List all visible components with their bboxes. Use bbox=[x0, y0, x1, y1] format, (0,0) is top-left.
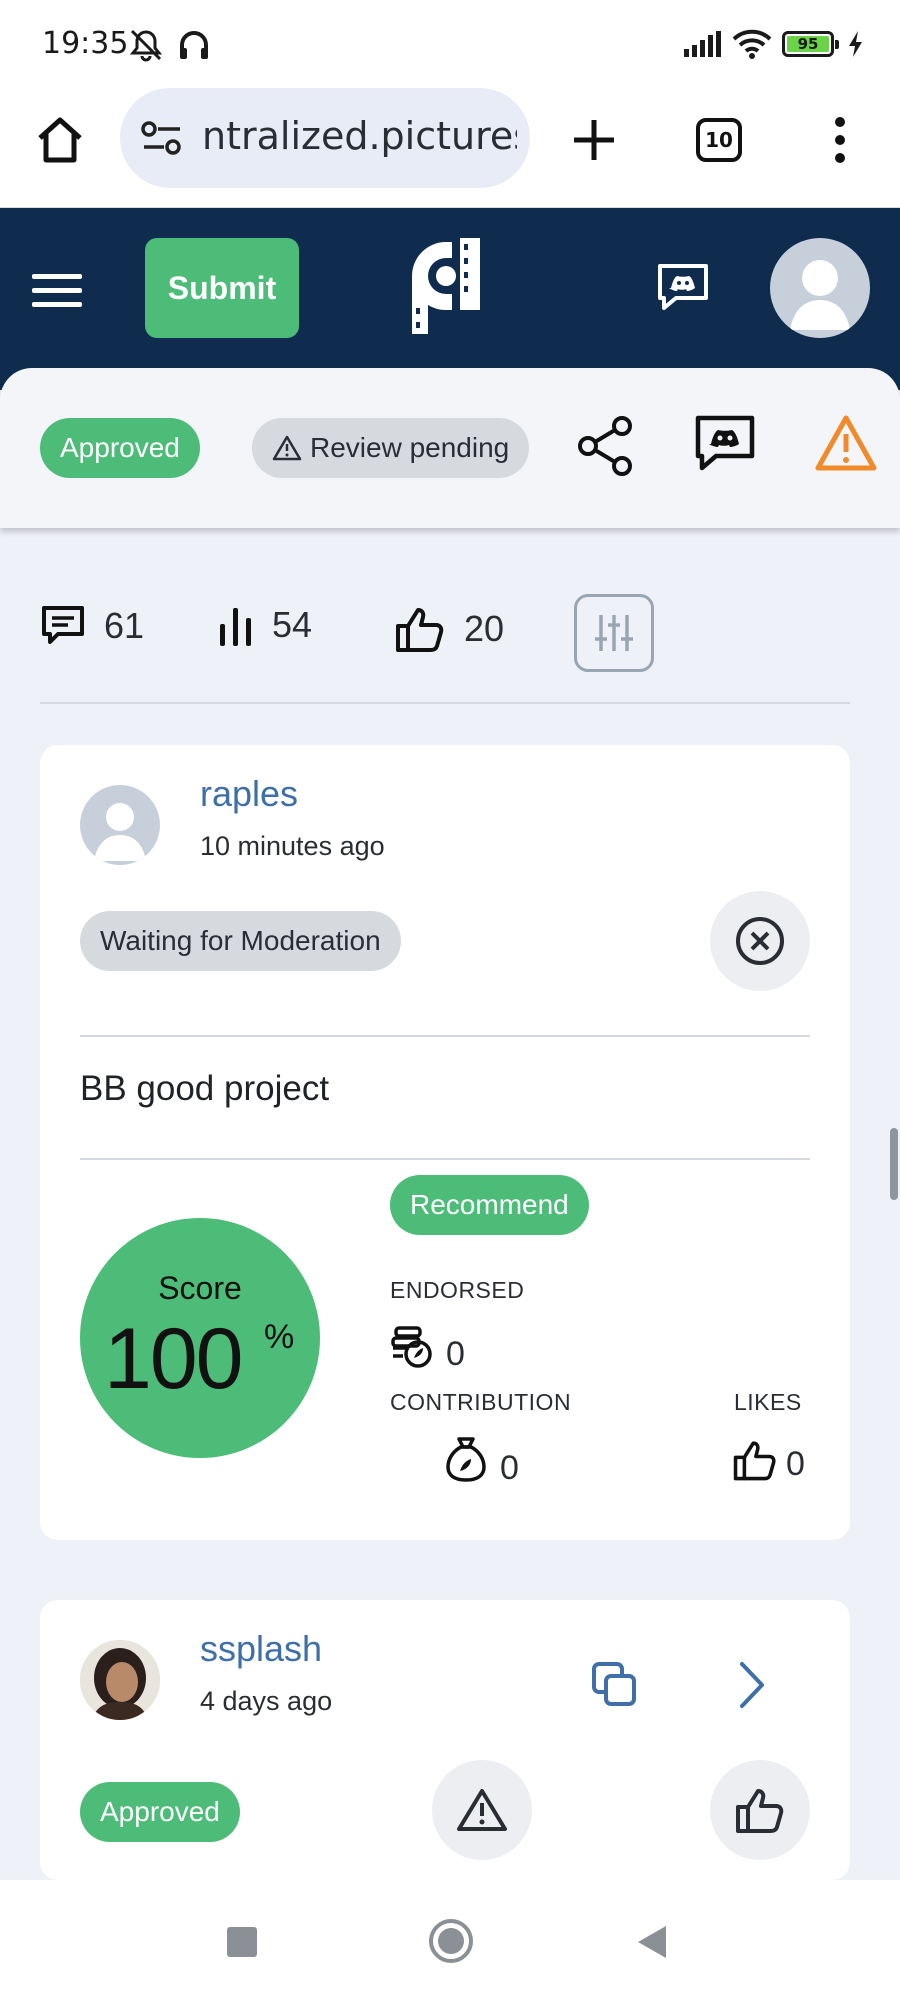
views-count: 54 bbox=[272, 604, 313, 645]
battery-level: 95 bbox=[787, 35, 829, 53]
review-pending-label: Review pending bbox=[310, 432, 510, 463]
submit-button[interactable]: Submit bbox=[145, 238, 299, 338]
review-card: raples 10 minutes ago Waiting for Modera… bbox=[40, 745, 850, 1540]
bar-chart-icon bbox=[220, 608, 251, 646]
approved-badge: Approved bbox=[80, 1782, 240, 1842]
site-settings-icon[interactable] bbox=[140, 120, 184, 156]
comments-stat: 61 bbox=[40, 604, 144, 648]
reviewer-avatar[interactable] bbox=[80, 1640, 160, 1720]
likes-label: LIKES bbox=[734, 1389, 802, 1415]
close-circle-icon bbox=[736, 917, 784, 965]
site-header: Submit bbox=[0, 208, 900, 390]
reviewer-name[interactable]: ssplash bbox=[200, 1628, 322, 1670]
reviewer-name[interactable]: raples bbox=[200, 773, 298, 815]
hamburger-menu-icon[interactable] bbox=[32, 274, 82, 308]
mute-icon bbox=[129, 29, 163, 62]
delete-review-button[interactable] bbox=[710, 891, 810, 991]
stats-row: 61 54 20 bbox=[40, 594, 850, 704]
charging-icon bbox=[849, 31, 862, 57]
moderation-status-badge: Waiting for Moderation bbox=[80, 911, 401, 971]
home-icon[interactable] bbox=[34, 114, 86, 166]
review-time: 10 minutes ago bbox=[200, 831, 385, 861]
warning-icon bbox=[457, 1789, 507, 1831]
status-bar: 19:35 95 bbox=[0, 0, 900, 88]
divider bbox=[80, 1035, 810, 1037]
site-logo-icon[interactable] bbox=[412, 238, 486, 338]
report-warning-icon[interactable] bbox=[814, 414, 878, 472]
more-menu-icon[interactable] bbox=[830, 116, 850, 164]
share-icon[interactable] bbox=[576, 414, 636, 478]
review-comment: BB good project bbox=[80, 1069, 330, 1108]
address-bar[interactable]: ntralized.pictures bbox=[120, 88, 530, 188]
views-stat: 54 bbox=[218, 604, 312, 646]
approved-badge: Approved bbox=[40, 418, 200, 478]
endorse-coins-icon bbox=[391, 1326, 432, 1368]
recommend-badge: Recommend bbox=[390, 1175, 589, 1235]
likes-stat: 20 bbox=[394, 604, 504, 654]
recent-apps-icon[interactable] bbox=[226, 1926, 258, 1958]
thumbs-up-icon[interactable] bbox=[732, 1437, 778, 1483]
likes-count: 20 bbox=[464, 608, 505, 649]
thumbs-up-icon bbox=[396, 608, 444, 652]
endorsed-value: 0 bbox=[446, 1335, 465, 1373]
back-icon[interactable] bbox=[636, 1924, 668, 1960]
review-card: ssplash 4 days ago Approved bbox=[40, 1600, 850, 1880]
score-label: Score bbox=[158, 1270, 242, 1306]
like-review-button[interactable] bbox=[710, 1760, 810, 1860]
filter-button[interactable] bbox=[574, 594, 654, 672]
user-avatar[interactable] bbox=[770, 238, 870, 338]
report-button[interactable] bbox=[432, 1760, 532, 1860]
thumbs-up-icon bbox=[736, 1789, 784, 1833]
new-tab-icon[interactable] bbox=[570, 116, 618, 164]
discord-icon[interactable] bbox=[656, 262, 710, 312]
user-silhouette-icon bbox=[94, 803, 146, 861]
contribution-label: CONTRIBUTION bbox=[390, 1389, 572, 1415]
sliders-icon bbox=[595, 615, 633, 651]
home-button-icon[interactable] bbox=[428, 1918, 474, 1964]
score-circle: Score 100 % bbox=[80, 1218, 320, 1458]
url-text: ntralized.pictures bbox=[202, 114, 517, 158]
score-value: 100 bbox=[104, 1311, 243, 1407]
divider bbox=[80, 1158, 810, 1160]
review-time: 4 days ago bbox=[200, 1686, 333, 1716]
page-scrollbar[interactable] bbox=[890, 1128, 898, 1200]
discord-icon[interactable] bbox=[694, 414, 756, 472]
review-pending-badge: Review pending bbox=[252, 418, 530, 478]
user-silhouette-icon bbox=[790, 260, 850, 330]
reviewer-avatar[interactable] bbox=[80, 785, 160, 865]
money-bag-icon bbox=[446, 1437, 486, 1482]
comment-icon bbox=[42, 606, 84, 644]
chevron-right-icon[interactable] bbox=[736, 1660, 768, 1710]
user-photo-icon bbox=[80, 1640, 160, 1720]
copy-icon[interactable] bbox=[590, 1660, 640, 1710]
battery-icon: 95 bbox=[782, 31, 839, 57]
project-status-bar: Approved Review pending bbox=[0, 368, 900, 528]
tab-switcher-button[interactable]: 10 bbox=[696, 118, 742, 162]
likes-value: 0 bbox=[786, 1445, 805, 1483]
status-time: 19:35 bbox=[42, 26, 129, 61]
signal-icon bbox=[684, 31, 721, 57]
wifi-icon bbox=[732, 29, 772, 59]
system-nav-bar bbox=[0, 1880, 900, 2000]
endorsed-label: ENDORSED bbox=[390, 1277, 525, 1303]
browser-toolbar: ntralized.pictures 10 bbox=[0, 88, 900, 208]
contribution-value: 0 bbox=[500, 1449, 519, 1487]
comments-count: 61 bbox=[104, 605, 145, 646]
score-unit: % bbox=[264, 1318, 295, 1356]
headphones-icon bbox=[180, 31, 209, 59]
warning-icon bbox=[272, 435, 302, 461]
